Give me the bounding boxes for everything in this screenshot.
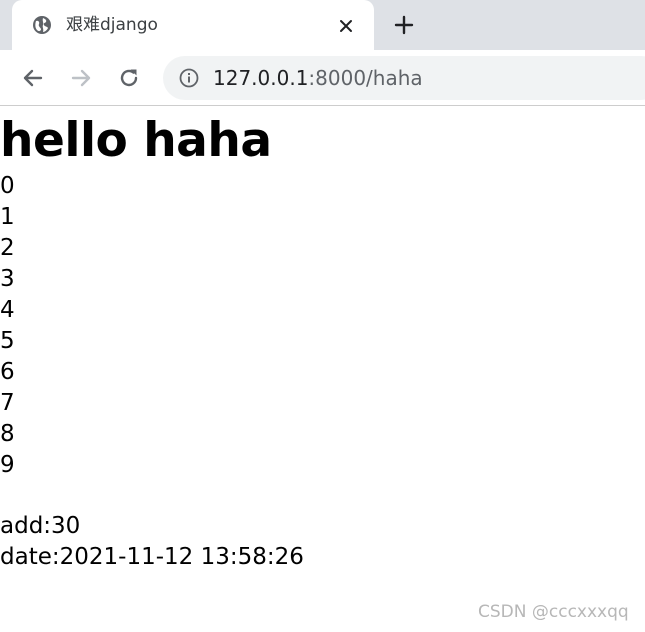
- number-item: 5: [0, 328, 15, 354]
- number-item: 2: [0, 235, 15, 261]
- url-host: 127.0.0.1: [213, 66, 309, 90]
- number-item: 8: [0, 421, 15, 447]
- number-list: 0 1 2 3 4 5 6 7 8 9: [0, 171, 15, 481]
- globe-icon: [32, 15, 52, 35]
- reload-icon[interactable]: [116, 65, 142, 91]
- number-item: 0: [0, 173, 15, 199]
- page-heading: hello haha: [0, 113, 272, 168]
- url-path: :8000/haha: [308, 66, 423, 90]
- arrow-left-icon[interactable]: [20, 65, 46, 91]
- number-item: 3: [0, 266, 15, 292]
- info-icon[interactable]: [179, 68, 199, 88]
- number-item: 9: [0, 452, 15, 478]
- add-result: add:30: [0, 513, 81, 539]
- tab-title: 艰难django: [66, 15, 158, 35]
- number-item: 4: [0, 297, 15, 323]
- browser-tab[interactable]: 艰难django: [12, 0, 374, 50]
- close-icon[interactable]: [334, 14, 358, 38]
- date-value: date:2021-11-12 13:58:26: [0, 544, 304, 570]
- number-item: 7: [0, 390, 15, 416]
- tab-strip: 艰难django: [0, 0, 645, 50]
- url-text[interactable]: 127.0.0.1:8000/haha: [213, 66, 423, 90]
- browser-toolbar: 127.0.0.1:8000/haha: [0, 50, 645, 106]
- number-item: 6: [0, 359, 15, 385]
- arrow-right-icon[interactable]: [68, 65, 94, 91]
- plus-icon[interactable]: [392, 13, 416, 37]
- page-content: hello haha 0 1 2 3 4 5 6 7 8 9 add:30 da…: [0, 107, 645, 632]
- number-item: 1: [0, 204, 15, 230]
- watermark: CSDN @cccxxxqq: [478, 602, 629, 622]
- address-bar[interactable]: 127.0.0.1:8000/haha: [163, 56, 645, 100]
